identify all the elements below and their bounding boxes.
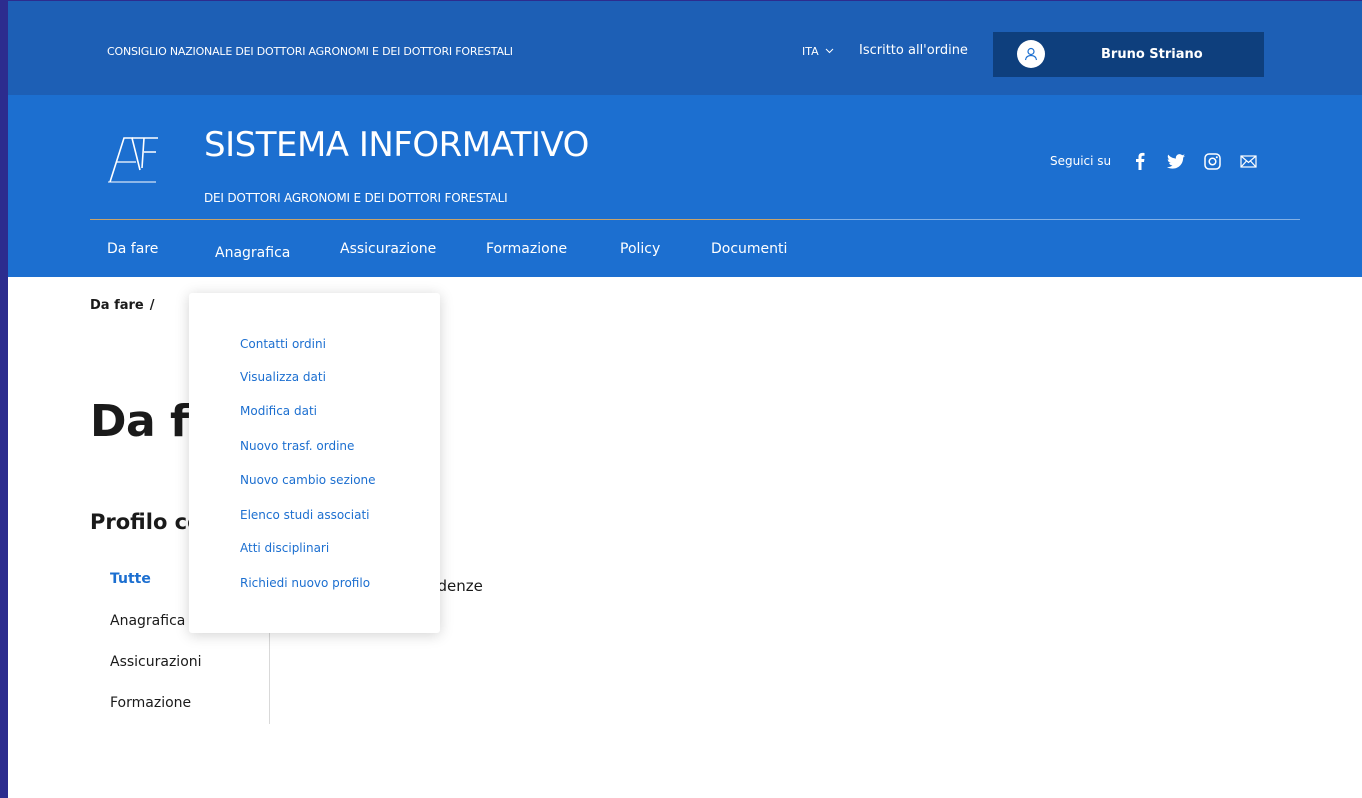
mail-icon[interactable] (1237, 150, 1259, 172)
user-menu-button[interactable]: Bruno Striano (993, 32, 1264, 77)
menu-item-nuovo-trasf-ordine[interactable]: Nuovo trasf. ordine (240, 439, 354, 453)
org-name: CONSIGLIO NAZIONALE DEI DOTTORI AGRONOMI… (107, 45, 513, 58)
section-title: Profilo co (90, 510, 202, 534)
menu-item-visualizza-dati[interactable]: Visualizza dati (240, 370, 326, 384)
anagrafica-dropdown-menu: Contatti ordini Visualizza dati Modifica… (189, 293, 440, 633)
af-logo[interactable] (106, 126, 164, 186)
filter-divider (269, 620, 270, 724)
nav-item-anagrafica[interactable]: Anagrafica (215, 245, 290, 261)
nav-item-assicurazione[interactable]: Assicurazione (340, 241, 436, 257)
breadcrumb-item[interactable]: Da fare (90, 298, 144, 313)
filter-item-formazione[interactable]: Formazione (110, 695, 191, 711)
menu-item-richiedi-nuovo-profilo[interactable]: Richiedi nuovo profilo (240, 576, 370, 590)
main-header: SISTEMA INFORMATIVO DEI DOTTORI AGRONOMI… (8, 95, 1362, 277)
chevron-down-icon (825, 46, 834, 57)
site-title: SISTEMA INFORMATIVO (204, 125, 589, 165)
menu-item-contatti-ordini[interactable]: Contatti ordini (240, 337, 326, 351)
language-label: ITA (802, 45, 819, 58)
twitter-icon[interactable] (1165, 150, 1187, 172)
menu-item-modifica-dati[interactable]: Modifica dati (240, 404, 317, 418)
menu-item-atti-disciplinari[interactable]: Atti disciplinari (240, 541, 329, 555)
filter-item-assicurazioni[interactable]: Assicurazioni (110, 654, 202, 670)
instagram-icon[interactable] (1201, 150, 1223, 172)
user-avatar-icon (1017, 40, 1045, 68)
breadcrumb-separator: / (149, 298, 155, 313)
facebook-icon[interactable] (1129, 150, 1151, 172)
nav-item-documenti[interactable]: Documenti (711, 241, 787, 257)
top-bar: CONSIGLIO NAZIONALE DEI DOTTORI AGRONOMI… (8, 1, 1362, 95)
site-subtitle: DEI DOTTORI AGRONOMI E DEI DOTTORI FORES… (204, 191, 508, 205)
user-name: Bruno Striano (1101, 47, 1203, 62)
nav-item-da-fare[interactable]: Da fare (107, 241, 158, 257)
breadcrumb: Da fare / (90, 298, 155, 313)
nav-item-formazione[interactable]: Formazione (486, 241, 567, 257)
subscribed-link[interactable]: Iscritto all'ordine (859, 43, 968, 58)
header-divider-accent (90, 219, 810, 220)
nav-item-policy[interactable]: Policy (620, 241, 660, 257)
menu-item-elenco-studi-associati[interactable]: Elenco studi associati (240, 508, 370, 522)
menu-item-nuovo-cambio-sezione[interactable]: Nuovo cambio sezione (240, 473, 376, 487)
filter-item-anagrafica[interactable]: Anagrafica (110, 613, 185, 629)
filter-item-tutte[interactable]: Tutte (110, 571, 151, 587)
follow-label: Seguici su (1050, 154, 1112, 168)
language-selector[interactable]: ITA (802, 45, 834, 58)
social-links: Seguici su (1050, 150, 1259, 172)
